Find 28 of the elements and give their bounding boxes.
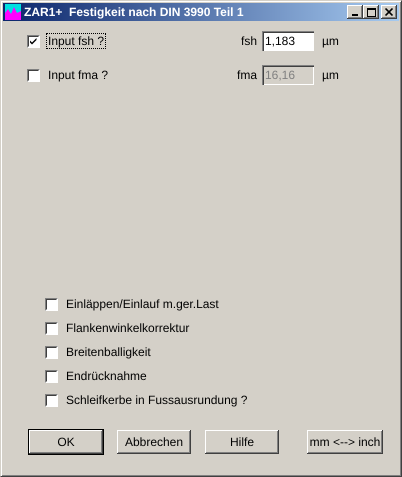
minimize-button[interactable] xyxy=(347,5,363,19)
dialog-button[interactable]: Abbrechen xyxy=(117,430,191,454)
checkbox-label[interactable]: Schleifkerbe in Fussausrundung ? xyxy=(64,392,250,408)
checkbox-label[interactable]: Einläppen/Einlauf m.ger.Last xyxy=(64,296,221,312)
maximize-button[interactable] xyxy=(363,5,379,19)
field-label: fma xyxy=(236,68,257,82)
input-field[interactable]: 1,183 xyxy=(262,31,314,51)
checkbox-label[interactable]: Breitenballigkeit xyxy=(64,344,153,360)
dialog-button[interactable]: OK xyxy=(29,430,103,454)
checkbox-label[interactable]: Endrücknahme xyxy=(64,368,149,384)
unit-label: µm xyxy=(322,68,339,82)
checkbox-label[interactable]: Flankenwinkelkorrektur xyxy=(64,320,192,336)
dialog-button[interactable]: Hilfe xyxy=(205,430,279,454)
checkbox[interactable] xyxy=(45,322,58,334)
dialog-button[interactable]: mm <--> inch xyxy=(307,430,383,454)
window-title: ZAR1+ Festigkeit nach DIN 3990 Teil 1 xyxy=(24,5,245,19)
checkbox[interactable] xyxy=(45,370,58,382)
app-icon xyxy=(5,4,21,20)
checkbox[interactable] xyxy=(45,394,58,406)
close-button[interactable] xyxy=(381,5,397,19)
field-label: fsh xyxy=(240,34,257,48)
checkbox[interactable] xyxy=(45,346,58,358)
checkbox[interactable] xyxy=(45,298,58,310)
checkbox-label[interactable]: Input fsh ? xyxy=(46,33,106,49)
checkbox[interactable] xyxy=(27,34,40,48)
unit-label: µm xyxy=(322,34,339,48)
close-icon xyxy=(385,8,393,16)
maximize-icon xyxy=(366,8,376,16)
